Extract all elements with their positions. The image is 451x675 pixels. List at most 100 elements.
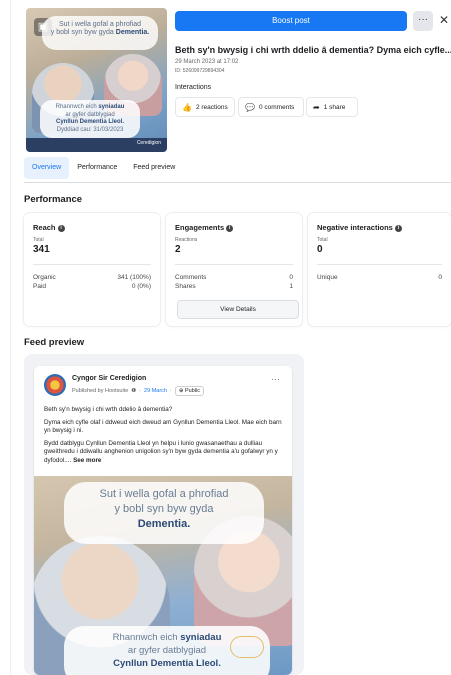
more-options-icon[interactable]: ···: [413, 11, 433, 31]
info-icon: ❶: [131, 388, 137, 394]
negative-sub-label: Total: [317, 237, 328, 243]
close-icon[interactable]: ✕: [434, 11, 451, 31]
boost-post-button[interactable]: Boost post: [175, 11, 407, 31]
divider: [33, 264, 151, 265]
thumbnail-quote-line: ar gyfer datblygiad: [65, 111, 115, 118]
image-quote-bold: Cynllun Dementia Lleol.: [113, 657, 221, 669]
row-value: 0 (0%): [131, 283, 151, 290]
row-label: Unique: [317, 274, 338, 281]
row-value: 341 (100%): [117, 274, 151, 281]
reactions-pill[interactable]: 👍 2 reactions: [175, 97, 235, 117]
thumbnail-quote-bold: syniadau: [98, 104, 125, 110]
reach-row-paid: Paid 0 (0%): [33, 283, 151, 290]
view-details-button[interactable]: View Details: [177, 300, 299, 319]
tab-feed-preview[interactable]: Feed preview: [125, 157, 183, 179]
post-id: ID: 526099729894304: [175, 68, 225, 74]
thumbnail-quote-bold: Dementia.: [115, 29, 150, 37]
image-quote-bold: Dementia.: [137, 517, 191, 530]
info-icon[interactable]: i: [226, 225, 234, 232]
shares-count: 1 share: [323, 103, 346, 111]
reach-title-text: Reach: [33, 223, 56, 232]
row-label: Shares: [175, 283, 196, 290]
tabs-divider: [24, 182, 451, 183]
image-quote-line: Sut i wella gofal a phrofiad: [99, 488, 229, 500]
row-label: Paid: [33, 283, 47, 290]
page-avatar[interactable]: [44, 374, 66, 396]
reach-title: Reach i: [33, 223, 65, 232]
post-date: 29 March 2023 at 17:02: [175, 59, 239, 65]
image-quote-line: y bobl syn byw gyda: [114, 502, 214, 515]
engagements-title-text: Engagements: [175, 223, 225, 232]
info-icon[interactable]: i: [57, 225, 65, 232]
facebook-post-preview: Cyngor Sir Ceredigion Published by Hoots…: [34, 366, 292, 675]
separator-dot: ·: [169, 388, 172, 394]
negative-interactions-card: Negative interactions i Total 0 Unique 0: [308, 213, 451, 326]
negative-row-unique: Unique 0: [317, 274, 442, 281]
published-by: Published by Hootsuite: [72, 388, 129, 394]
post-paragraph: Bydd datblygu Cynllun Dementia Lleol yn …: [44, 440, 288, 466]
negative-value: 0: [317, 244, 323, 255]
row-label: Organic: [33, 274, 56, 281]
comment-icon: 💬: [245, 102, 255, 112]
cloud-icon: [230, 636, 264, 658]
info-icon[interactable]: i: [394, 225, 402, 232]
thumbnail-deadline: Dyddiad cau: 31/03/2023: [56, 126, 124, 133]
thumbnail-quote-line: Sut i wella gofal a phrofiad: [58, 21, 142, 28]
left-gutter-line: [10, 0, 11, 675]
post-paragraph: Dyma eich cyfle olaf i ddweud eich dweud…: [44, 418, 282, 435]
divider: [175, 264, 293, 265]
engagements-card: Engagements i Reactions 2 Comments 0 Shar…: [166, 213, 302, 326]
reach-value: 341: [33, 244, 50, 255]
tab-overview[interactable]: Overview: [24, 157, 70, 179]
shares-pill[interactable]: ➦ 1 share: [306, 97, 358, 117]
share-icon: ➦: [313, 102, 320, 112]
row-label: Comments: [175, 274, 207, 281]
globe-icon: ⊕: [178, 388, 184, 394]
performance-heading: Performance: [24, 194, 83, 205]
visibility-label: Public: [184, 388, 200, 394]
thumbnail-quote-line: Rhannwch eich: [55, 104, 97, 110]
post-paragraph: Beth sy'n bwysig i chi wrth ddelio â dem…: [44, 406, 173, 413]
feed-preview-heading: Feed preview: [24, 337, 85, 348]
reactions-count: 2 reactions: [195, 103, 228, 111]
post-date-link[interactable]: 29 March: [144, 388, 167, 394]
row-value: 0: [438, 274, 442, 281]
tab-bar: Overview Performance Feed preview: [24, 157, 183, 179]
divider: [317, 264, 442, 265]
post-meta: Published by Hootsuite ❶ · 29 March · ⊕ …: [72, 386, 204, 396]
thumbs-up-icon: 👍: [182, 102, 192, 112]
see-more-link[interactable]: See more: [73, 457, 101, 464]
thumbnail-quote-top: Sut i wella gofal a phrofiad y bobl syn …: [42, 16, 158, 50]
post-menu-icon[interactable]: ···: [271, 374, 280, 384]
thumbnail-quote-line: y bobl syn byw gyda: [50, 29, 114, 37]
image-quote-line: Rhannwch eich: [112, 632, 178, 643]
engagements-row-shares: Shares 1: [175, 283, 293, 290]
engagements-sub-label: Reactions: [175, 237, 198, 243]
separator-dot: ·: [139, 388, 142, 394]
post-body: Beth sy'n bwysig i chi wrth ddelio â dem…: [44, 406, 288, 469]
row-value: 0: [289, 274, 293, 281]
tab-performance[interactable]: Performance: [69, 157, 125, 179]
post-image[interactable]: Sut i wella gofal a phrofiad y bobl syn …: [34, 476, 292, 675]
interactions-label: Interactions: [175, 84, 212, 91]
reach-card: Reach i Total 341 Organic 341 (100%) Paid…: [24, 213, 160, 326]
page-name[interactable]: Cyngor Sir Ceredigion: [72, 375, 146, 382]
image-quote-bold: syniadau: [180, 632, 222, 643]
post-title: Beth sy'n bwysig i chi wrth ddelio â dem…: [175, 45, 451, 55]
comments-count: 0 comments: [258, 103, 295, 111]
negative-title-text: Negative interactions: [317, 223, 393, 232]
negative-title: Negative interactions i: [317, 223, 402, 232]
reach-sub-label: Total: [33, 237, 44, 243]
reach-row-organic: Organic 341 (100%): [33, 274, 151, 281]
row-value: 1: [289, 283, 293, 290]
engagements-value: 2: [175, 244, 181, 255]
image-quote-top: Sut i wella gofal a phrofiad y bobl syn …: [64, 482, 264, 544]
thumbnail-quote-bottom: Rhannwch eich syniadau ar gyfer datblygi…: [40, 100, 140, 138]
image-quote-line: ar gyfer datblygiad: [127, 644, 207, 656]
engagements-row-comments: Comments 0: [175, 274, 293, 281]
thumbnail-footer-bar: Ceredigion: [26, 138, 167, 152]
comments-pill[interactable]: 💬 0 comments: [238, 97, 304, 117]
post-thumbnail[interactable]: ▣ Sut i wella gofal a phrofiad y bobl sy…: [26, 8, 167, 152]
visibility-public: ⊕ Public: [174, 386, 204, 396]
thumbnail-quote-bold: Cynllun Dementia Lleol.: [55, 119, 124, 125]
